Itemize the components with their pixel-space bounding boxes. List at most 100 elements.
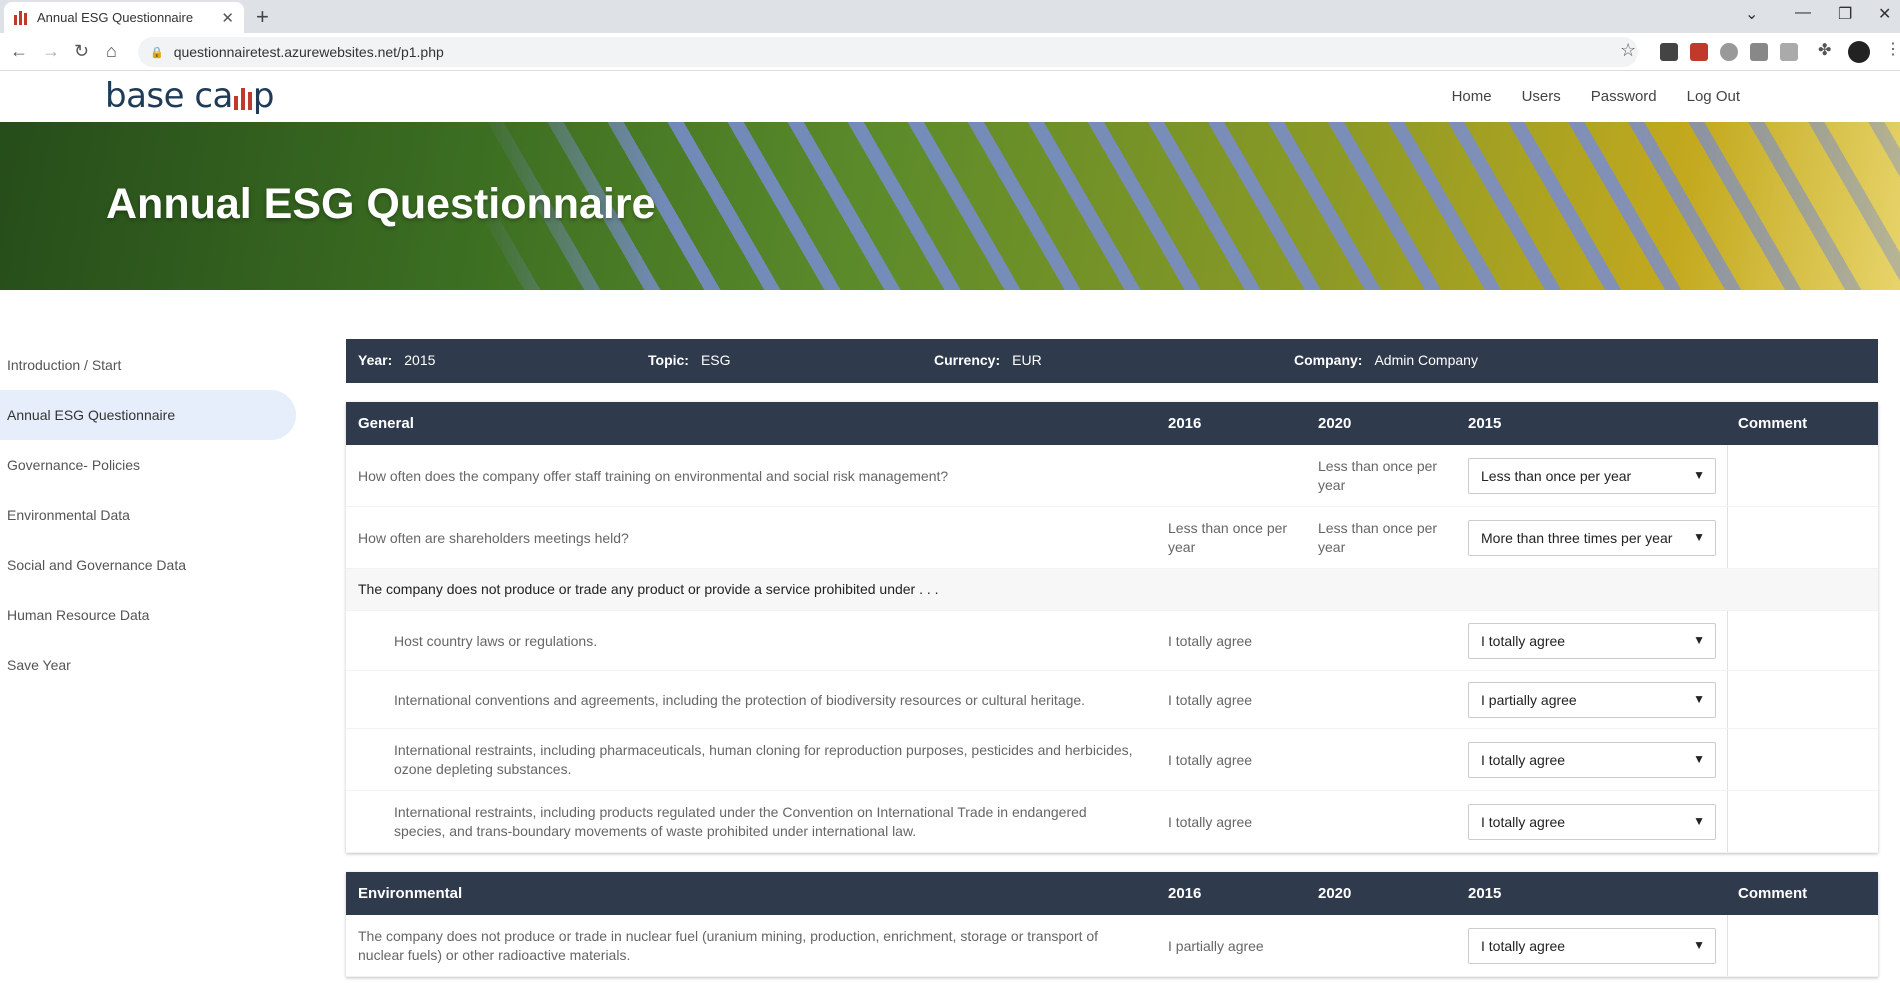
window-close-icon[interactable]: ✕ [1878,4,1891,24]
sidebar: Introduction / Start Annual ESG Question… [0,340,300,690]
nav-logout[interactable]: Log Out [1687,88,1740,105]
comment-cell[interactable] [1727,611,1878,670]
question-text: How often are shareholders meetings held… [358,530,629,546]
answer-select[interactable]: I totally agree ▼ [1468,742,1716,778]
col-2016: 2016 [1168,415,1202,432]
question-text: Host country laws or regulations. [394,633,598,649]
company-info: Company: Admin Company [1294,352,1478,368]
currency-info: Currency: EUR [934,352,1042,368]
comment-cell[interactable] [1727,791,1878,852]
logo-text-right: p [252,76,275,116]
value-2016: I totally agree [1168,814,1253,830]
question-text: How often does the company offer staff t… [358,468,949,484]
question-text: International conventions and agreements… [394,692,1086,708]
chevron-down-icon: ▼ [1693,814,1705,828]
forward-icon[interactable]: → [42,41,60,62]
topic-info: Topic: ESG [648,352,731,368]
col-2020: 2020 [1318,415,1352,432]
menu-kebab-icon[interactable]: ⋮ [1885,39,1900,58]
comment-cell[interactable] [1727,671,1878,728]
logo-bars-icon [233,86,252,110]
back-icon[interactable]: ← [10,41,28,62]
chevron-down-icon: ▼ [1693,752,1705,766]
answer-select[interactable]: I totally agree ▼ [1468,928,1716,964]
tab-title: Annual ESG Questionnaire [37,10,194,25]
col-comment: Comment [1738,415,1808,432]
question-text: The company does not produce or trade in… [358,928,1099,963]
group-label: The company does not produce or trade an… [358,581,939,597]
extension-icon[interactable] [1720,43,1738,61]
table-row: International restraints, including prod… [346,791,1878,853]
table-row: International restraints, including phar… [346,729,1878,791]
answer-select[interactable]: Less than once per year ▼ [1468,458,1716,494]
question-text: International restraints, including prod… [394,804,1087,839]
top-nav: Home Users Password Log Out [1452,88,1740,105]
section-title: General [358,415,414,432]
close-tab-icon[interactable]: ✕ [221,9,234,27]
section-title: Environmental [358,885,463,902]
value-2016: I partially agree [1168,938,1264,954]
table-row: How often are shareholders meetings held… [346,507,1878,569]
minimize-icon[interactable]: — [1795,4,1811,22]
sidebar-item-social[interactable]: Social and Governance Data [0,540,300,590]
sidebar-item-environmental[interactable]: Environmental Data [0,490,300,540]
info-bar: Year: 2015 Topic: ESG Currency: EUR Company… [346,339,1878,383]
value-2016: Less than once per year [1168,520,1288,555]
puzzle-icon[interactable]: ✤ [1818,40,1836,59]
col-comment: Comment [1738,885,1808,902]
environmental-section: Environmental 2016 2020 2015 Comment The… [346,872,1878,977]
url-text: questionnairetest.azurewebsites.net/p1.p… [173,44,444,60]
col-2015: 2015 [1468,885,1502,902]
new-tab-icon[interactable]: + [256,4,269,30]
question-text: International restraints, including phar… [394,742,1133,777]
sidebar-item-annual-esg[interactable]: Annual ESG Questionnaire [0,390,296,440]
nav-password[interactable]: Password [1591,88,1657,105]
table-row: Host country laws or regulations. I tota… [346,611,1878,671]
value-2016: I totally agree [1168,752,1253,768]
reload-icon[interactable]: ↻ [74,41,89,62]
value-2016: I totally agree [1168,692,1253,708]
profile-avatar[interactable] [1848,41,1870,63]
answer-select[interactable]: I partially agree ▼ [1468,682,1716,718]
tab-search-icon[interactable]: ⌄ [1745,4,1758,24]
extension-icon[interactable] [1750,43,1768,61]
logo-text-left: base ca [105,76,233,116]
comment-cell[interactable] [1727,507,1878,568]
nav-users[interactable]: Users [1522,88,1561,105]
table-row: International conventions and agreements… [346,671,1878,729]
lock-icon: 🔒 [150,46,164,59]
col-2020: 2020 [1318,885,1352,902]
answer-select[interactable]: I totally agree ▼ [1468,623,1716,659]
chevron-down-icon: ▼ [1693,530,1705,544]
extension-icon[interactable] [1780,43,1798,61]
year-info: Year: 2015 [358,352,436,368]
comment-cell[interactable] [1727,729,1878,790]
chevron-down-icon: ▼ [1693,633,1705,647]
table-row: How often does the company offer staff t… [346,445,1878,507]
hero-title: Annual ESG Questionnaire [106,180,656,228]
col-2015: 2015 [1468,415,1502,432]
sidebar-item-save-year[interactable]: Save Year [0,640,300,690]
sidebar-item-introduction[interactable]: Introduction / Start [0,340,300,390]
value-2020: Less than once per year [1318,520,1438,555]
basecamp-logo[interactable]: base ca p [105,76,274,116]
bookmark-star-icon[interactable]: ☆ [1620,40,1636,61]
nav-home[interactable]: Home [1452,88,1492,105]
chevron-down-icon: ▼ [1693,938,1705,952]
browser-tab[interactable]: Annual ESG Questionnaire ✕ [4,2,244,33]
hero-banner: Annual ESG Questionnaire [0,122,1900,290]
address-bar[interactable]: 🔒 questionnairetest.azurewebsites.net/p1… [138,37,1638,67]
comment-cell[interactable] [1727,445,1878,506]
value-2016: I totally agree [1168,633,1253,649]
extension-icon[interactable] [1660,43,1678,61]
answer-select[interactable]: I totally agree ▼ [1468,804,1716,840]
browser-tabbar: Annual ESG Questionnaire ✕ + ⌄ — ❐ ✕ [0,0,1900,33]
col-2016: 2016 [1168,885,1202,902]
comment-cell[interactable] [1727,915,1878,976]
pdf-extension-icon[interactable] [1690,43,1708,61]
answer-select[interactable]: More than three times per year ▼ [1468,520,1716,556]
sidebar-item-governance[interactable]: Governance- Policies [0,440,300,490]
sidebar-item-human-resource[interactable]: Human Resource Data [0,590,300,640]
home-icon[interactable]: ⌂ [106,41,117,62]
restore-icon[interactable]: ❐ [1838,4,1852,24]
